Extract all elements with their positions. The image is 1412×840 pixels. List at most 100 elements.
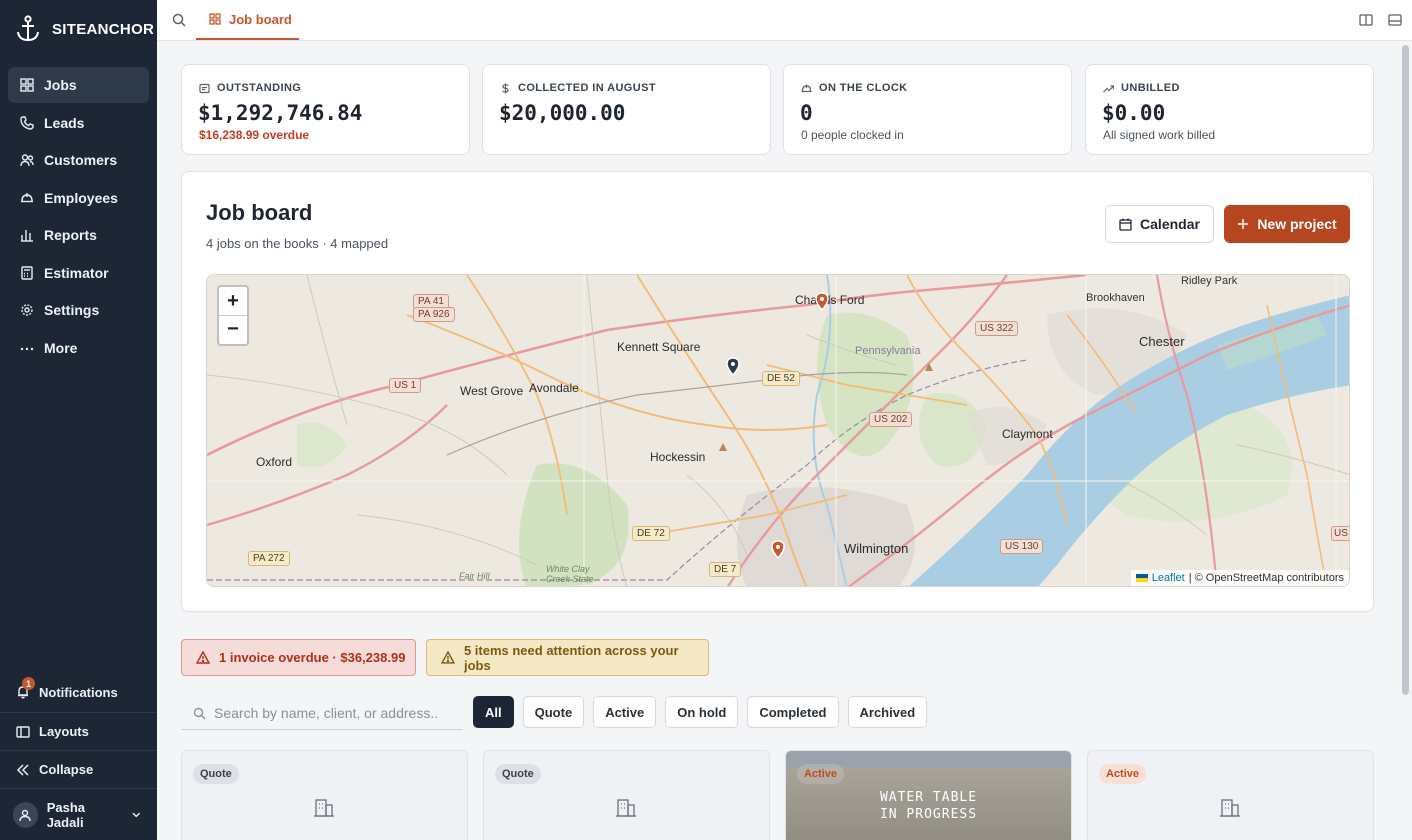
building-icon: [1220, 799, 1240, 817]
anchor-logo-icon: [17, 15, 39, 42]
alert-text: 1 invoice overdue · $36,238.99: [219, 650, 406, 665]
stat-card-outstanding[interactable]: OUTSTANDING $1,292,746.84 $16,238.99 ove…: [181, 64, 470, 155]
sidebar-item-more[interactable]: More: [8, 330, 149, 366]
sidebar-item-leads[interactable]: Leads: [8, 105, 149, 141]
sidebar-item-customers[interactable]: Customers: [8, 142, 149, 178]
stat-card-collected[interactable]: COLLECTED IN AUGUST $20,000.00: [482, 64, 771, 155]
sidebar-item-settings[interactable]: Settings: [8, 292, 149, 328]
trend-up-icon: [1103, 84, 1114, 92]
osm-attribution[interactable]: | © OpenStreetMap contributors: [1189, 572, 1344, 584]
alert-text: 5 items need attention across your jobs: [463, 642, 679, 673]
filter-completed[interactable]: Completed: [747, 696, 839, 728]
main-content: OUTSTANDING $1,292,746.84 $16,238.99 ove…: [157, 41, 1399, 840]
job-count-summary: 4 jobs on the books · 4 mapped: [206, 236, 389, 251]
sidebar: SITEANCHOR Jobs Leads Customers Employee…: [0, 0, 157, 840]
job-card[interactable]: Active: [1087, 750, 1374, 840]
map-place-label: Oxford: [256, 455, 293, 469]
grid-icon: [20, 78, 34, 92]
job-map-marker[interactable]: [770, 539, 786, 559]
map-route-shield: PA 926: [413, 307, 455, 322]
user-name: Pasha Jadali: [46, 799, 86, 830]
map-route-shield: PA 272: [248, 551, 290, 566]
user-menu[interactable]: Pasha Jadali: [0, 788, 157, 840]
warning-icon: [196, 651, 210, 664]
warning-icon: [441, 651, 455, 664]
zoom-in-button[interactable]: +: [219, 287, 247, 315]
map-place-label: West Grove: [460, 384, 524, 398]
layouts-button[interactable]: Layouts: [0, 712, 157, 750]
scrollbar-thumb[interactable]: [1402, 45, 1409, 695]
filter-archived[interactable]: Archived: [847, 696, 928, 728]
attention-alert[interactable]: 5 items need attention across your jobs: [426, 639, 709, 676]
sidebar-item-employees[interactable]: Employees: [8, 180, 149, 216]
filter-all[interactable]: All: [473, 696, 514, 728]
new-project-button[interactable]: New project: [1224, 205, 1350, 243]
page-scrollbar[interactable]: [1399, 41, 1412, 840]
ukraine-flag-icon: [1135, 574, 1148, 582]
calendar-icon: [1119, 218, 1132, 231]
gear-icon: [20, 303, 34, 317]
filter-quote[interactable]: Quote: [522, 696, 585, 728]
stat-value: $20,000.00: [499, 101, 626, 125]
job-card[interactable]: Quote: [483, 750, 770, 840]
map-place-label: Chester: [1139, 334, 1185, 349]
split-view-icon[interactable]: [1359, 13, 1373, 27]
collapse-label: Collapse: [39, 762, 94, 777]
map-place-label: Hockessin: [650, 450, 706, 464]
topbar: Job board: [157, 0, 1412, 41]
panel-bottom-icon[interactable]: [1388, 13, 1402, 27]
map-place-label: Kennett Square: [617, 340, 701, 354]
sidebar-item-label: Employees: [44, 189, 118, 206]
map-route-shield: US 322: [975, 321, 1019, 336]
app-name: SITEANCHOR: [52, 20, 155, 38]
status-badge: Quote: [495, 764, 541, 784]
stat-card-on-the-clock[interactable]: ON THE CLOCK 0 0 people clocked in: [783, 64, 1072, 155]
overdue-invoice-alert[interactable]: 1 invoice overdue · $36,238.99: [181, 639, 416, 676]
stat-header: OUTSTANDING: [199, 82, 301, 94]
collapse-button[interactable]: Collapse: [0, 750, 157, 788]
stat-label: OUTSTANDING: [217, 82, 302, 94]
chevron-down-icon: [131, 812, 140, 818]
search-icon[interactable]: [171, 12, 187, 28]
notification-count-badge: 1: [22, 677, 35, 690]
filter-on-hold[interactable]: On hold: [665, 696, 739, 728]
sidebar-item-jobs[interactable]: Jobs: [8, 67, 149, 103]
sidebar-item-label: Jobs: [44, 77, 77, 93]
user-icon: [19, 809, 32, 821]
map-place-label: Brookhaven: [1086, 292, 1145, 304]
job-card[interactable]: Quote: [181, 750, 468, 840]
map-place-label: Avondale: [529, 381, 579, 395]
status-badge: Quote: [193, 764, 239, 784]
zoom-out-button[interactable]: −: [219, 315, 247, 343]
layout-panel-icon: [16, 725, 30, 738]
map-route-shield: DE 52: [762, 371, 800, 386]
plus-icon: [1238, 219, 1249, 229]
map-place-label: Pennsylvania: [855, 345, 921, 357]
tab-job-board[interactable]: Job board: [196, 0, 299, 40]
calculator-icon: [20, 265, 34, 280]
brand[interactable]: SITEANCHOR: [16, 14, 154, 44]
layouts-label: Layouts: [39, 724, 89, 739]
jobs-map[interactable]: Chadds Ford Kennett Square West Grove Av…: [206, 274, 1350, 587]
sidebar-item-label: More: [44, 339, 78, 356]
job-search-input[interactable]: Search by name, client, or address..: [181, 697, 463, 730]
status-badge: Active: [1099, 764, 1147, 784]
map-place-label: Ridley Park: [1181, 275, 1238, 287]
sidebar-item-reports[interactable]: Reports: [8, 217, 149, 253]
tab-label: Job board: [229, 11, 292, 27]
sidebar-item-estimator[interactable]: Estimator: [8, 255, 149, 291]
stat-card-unbilled[interactable]: UNBILLED $0.00 All signed work billed: [1085, 64, 1374, 155]
dots-icon: [20, 341, 34, 355]
bell-icon: 1: [16, 677, 35, 699]
filter-active[interactable]: Active: [593, 696, 657, 728]
leaflet-link[interactable]: Leaflet: [1152, 572, 1185, 584]
job-card[interactable]: Active WATER TABLE IN PROGRESS: [785, 750, 1072, 840]
job-map-marker[interactable]: [725, 356, 741, 376]
notifications-button[interactable]: 1 Notifications: [0, 672, 157, 712]
hardhat-icon: [801, 84, 812, 92]
job-map-marker[interactable]: [814, 291, 830, 311]
chevrons-left-icon: [16, 763, 29, 776]
stat-header: ON THE CLOCK: [801, 82, 908, 94]
calendar-button[interactable]: Calendar: [1105, 205, 1214, 243]
stat-value: $1,292,746.84: [198, 101, 363, 125]
